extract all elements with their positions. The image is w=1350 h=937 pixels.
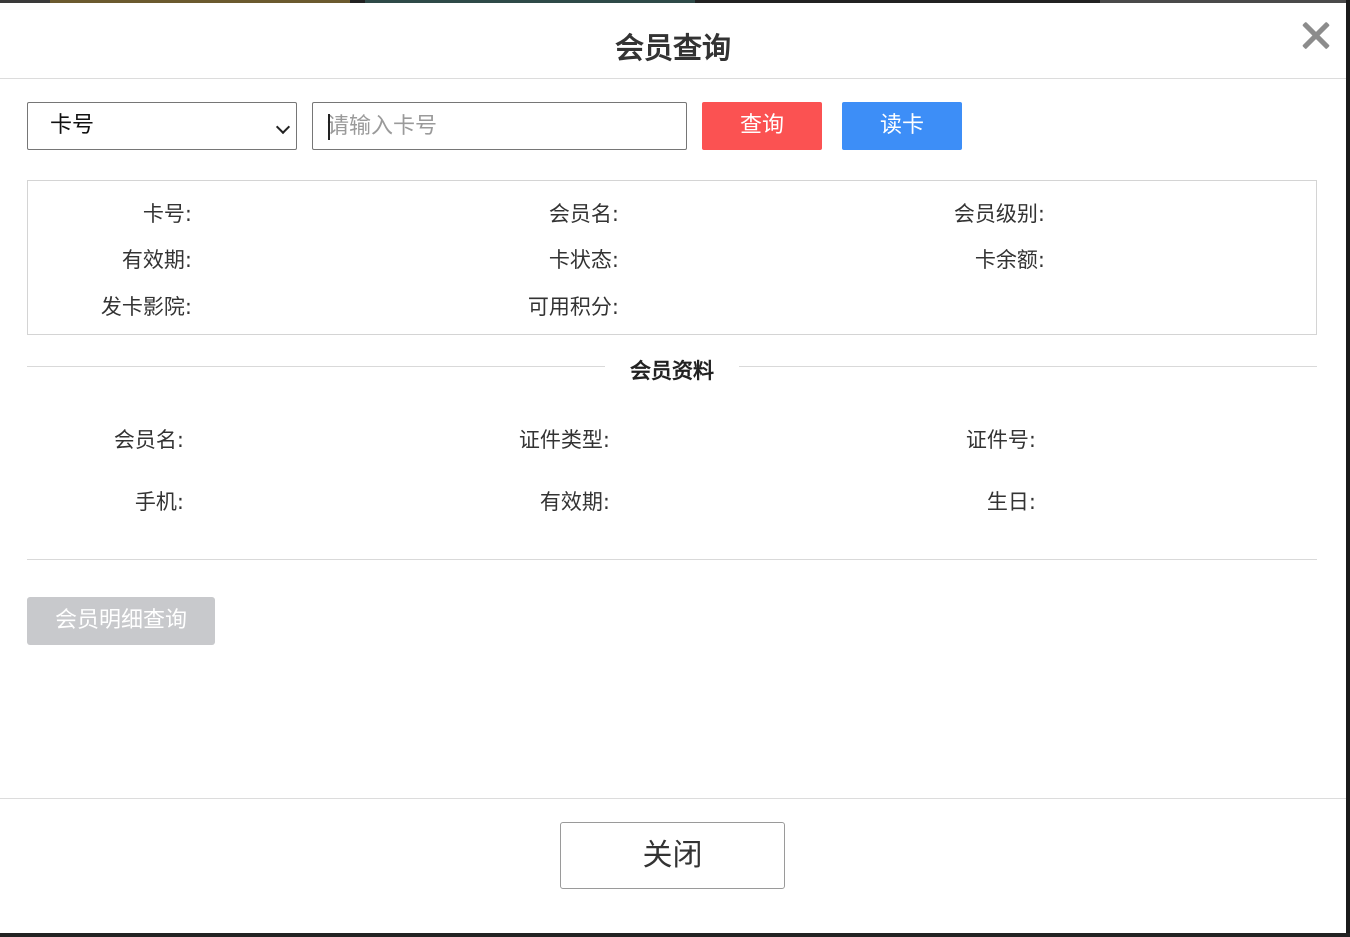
issuing-cinema-label: 发卡影院: (100, 295, 192, 319)
card-status-label: 卡状态: (548, 248, 619, 272)
background-edge (1346, 0, 1350, 937)
card-no-label: 卡号: (142, 202, 192, 226)
member-detail-query-button[interactable]: 会员明细查询 (27, 597, 215, 645)
member-level-label: 会员级别: (953, 202, 1045, 226)
footer-divider (0, 798, 1346, 799)
search-type-selected: 卡号 (50, 113, 95, 138)
search-type-select[interactable]: 卡号 (27, 102, 297, 150)
card-info-panel: 卡号: 会员名: 会员级别: 有效期: 卡状态: 卡余额: 发卡影院: 可用积分… (27, 180, 1317, 335)
close-icon[interactable] (1297, 17, 1335, 55)
dialog-header: 会员查询 (0, 3, 1346, 79)
dialog-title: 会员查询 (614, 31, 731, 65)
chevron-down-icon (275, 119, 291, 135)
card-number-input[interactable] (312, 102, 687, 150)
member-query-dialog: 会员查询 卡号 查询 读卡 卡号: 会员名: 会员级别: 有效期: 卡状态: 卡… (0, 3, 1346, 933)
valid-period-label: 有效期: (121, 248, 192, 272)
background-edge-bottom (0, 933, 1350, 937)
member-profile-section-title: 会员资料 (605, 355, 739, 385)
id-type-label: 证件类型: (518, 428, 610, 452)
available-points-label: 可用积分: (527, 295, 619, 319)
card-balance-label: 卡余额: (974, 248, 1045, 272)
close-button[interactable]: 关闭 (560, 822, 785, 889)
profile-member-name-label: 会员名: (113, 428, 184, 452)
id-number-label: 证件号: (965, 428, 1036, 452)
birthday-label: 生日: (986, 490, 1036, 514)
profile-bottom-divider (27, 559, 1317, 560)
query-button[interactable]: 查询 (702, 102, 822, 150)
mobile-label: 手机: (134, 490, 184, 514)
profile-valid-period-label: 有效期: (539, 490, 610, 514)
member-name-label: 会员名: (548, 202, 619, 226)
read-card-button[interactable]: 读卡 (842, 102, 962, 150)
text-cursor (328, 114, 330, 140)
